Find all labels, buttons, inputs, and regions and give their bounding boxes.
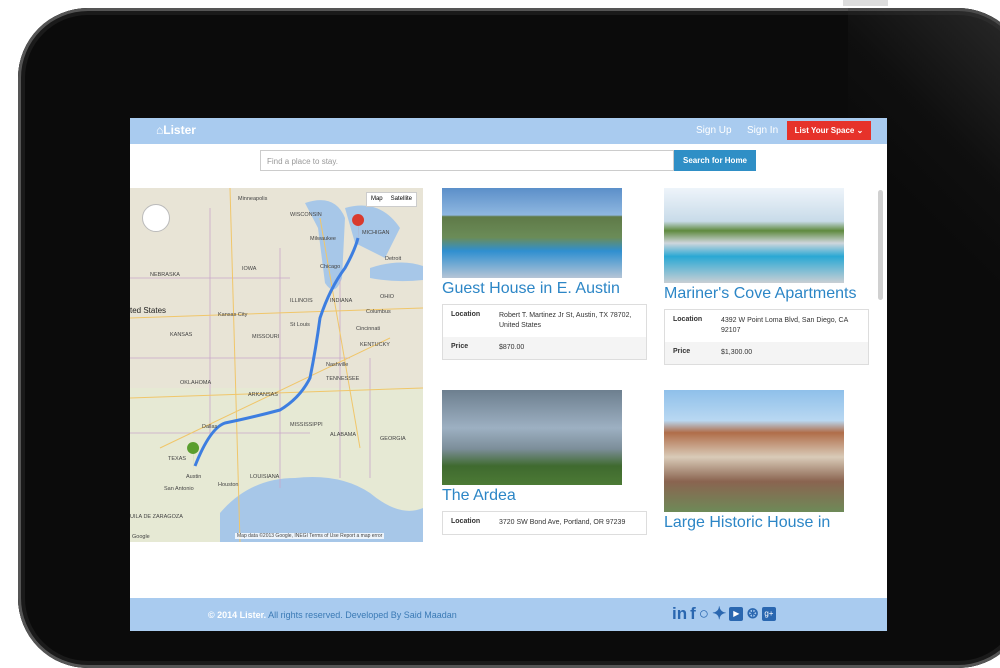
search-input[interactable]: Find a place to stay. <box>260 150 674 171</box>
social-links: in f ○ ✦ ▶ ⊛ g+ <box>672 604 776 624</box>
svg-text:Milwaukee: Milwaukee <box>310 236 336 242</box>
footer: © 2014 Lister. All rights reserved. Deve… <box>130 598 887 631</box>
svg-text:NEBRASKA: NEBRASKA <box>150 272 180 278</box>
svg-text:MICHIGAN: MICHIGAN <box>362 230 390 236</box>
navbar: ⌂Lister Sign Up Sign In List Your Space … <box>130 118 887 144</box>
svg-text:ALABAMA: ALABAMA <box>330 432 356 438</box>
svg-text:Detroit: Detroit <box>385 256 402 262</box>
youtube-icon[interactable]: ▶ <box>729 607 744 621</box>
sign-up-link[interactable]: Sign Up <box>696 125 732 136</box>
svg-text:ted States: ted States <box>130 306 166 315</box>
map-canvas: Minneapolis WISCONSIN MICHIGAN Milwaukee… <box>130 188 423 542</box>
svg-text:ARKANSAS: ARKANSAS <box>248 392 278 398</box>
google-plus-icon[interactable]: g+ <box>761 607 776 621</box>
listing-title[interactable]: Large Historic House in <box>664 514 869 532</box>
listing-card[interactable]: The Ardea Location 3720 SW Bond Ave, Port… <box>442 390 647 535</box>
svg-text:MISSISSIPPI: MISSISSIPPI <box>290 422 323 428</box>
svg-text:Kansas City: Kansas City <box>218 312 248 318</box>
listing-title[interactable]: The Ardea <box>442 487 647 505</box>
search-button[interactable]: Search for Home <box>674 150 756 171</box>
svg-text:IOWA: IOWA <box>242 266 257 272</box>
svg-text:Nashville: Nashville <box>326 362 348 368</box>
svg-text:Austin: Austin <box>186 474 201 480</box>
listing-info: Location 4392 W Point Loma Blvd, San Dieg… <box>664 309 869 365</box>
listing-card[interactable]: Large Historic House in <box>664 390 869 532</box>
svg-text:KENTUCKY: KENTUCKY <box>360 342 390 348</box>
svg-text:UILA DE ZARAGOZA: UILA DE ZARAGOZA <box>130 514 183 520</box>
svg-text:LOUISIANA: LOUISIANA <box>250 474 280 480</box>
svg-text:ILLINOIS: ILLINOIS <box>290 298 313 304</box>
listing-card[interactable]: Guest House in E. Austin Location Robert … <box>442 188 647 360</box>
svg-text:Cincinnati: Cincinnati <box>356 326 380 332</box>
listing-photo[interactable] <box>442 390 622 485</box>
svg-text:Columbus: Columbus <box>366 309 391 315</box>
svg-text:Minneapolis: Minneapolis <box>238 196 268 202</box>
svg-text:KANSAS: KANSAS <box>170 332 193 338</box>
twitter-icon[interactable]: ✦ <box>712 604 726 624</box>
svg-text:OHIO: OHIO <box>380 294 395 300</box>
listing-photo[interactable] <box>664 188 844 283</box>
route-map[interactable]: Minneapolis WISCONSIN MICHIGAN Milwaukee… <box>130 188 423 542</box>
sign-in-link[interactable]: Sign In <box>747 125 778 136</box>
github-icon[interactable]: ○ <box>699 604 709 624</box>
map-pan-control[interactable] <box>142 204 170 232</box>
facebook-icon[interactable]: f <box>690 604 696 624</box>
list-your-space-button[interactable]: List Your Space ⌄ <box>787 121 871 140</box>
browser-screen: ⌂Lister Sign Up Sign In List Your Space … <box>130 118 887 631</box>
dribbble-icon[interactable]: ⊛ <box>746 604 759 624</box>
map-attribution: Map data ©2013 Google, INEGI Terms of Us… <box>235 533 385 539</box>
svg-text:GEORGIA: GEORGIA <box>380 436 406 442</box>
svg-text:Dallas: Dallas <box>202 424 218 430</box>
svg-text:MISSOURI: MISSOURI <box>252 334 280 340</box>
listing-info: Location Robert T. Martinez Jr St, Austin… <box>442 304 647 360</box>
listing-card[interactable]: Mariner's Cove Apartments Location 4392 W… <box>664 188 869 365</box>
svg-text:Chicago: Chicago <box>320 264 340 270</box>
map-type-toggle[interactable]: Map Satellite <box>365 192 417 207</box>
listing-photo[interactable] <box>442 188 622 278</box>
listing-info: Location 3720 SW Bond Ave, Portland, OR 9… <box>442 511 647 535</box>
linkedin-icon[interactable]: in <box>672 604 687 624</box>
svg-text:WISCONSIN: WISCONSIN <box>290 212 322 218</box>
chevron-down-icon: ⌄ <box>856 126 864 135</box>
svg-text:OKLAHOMA: OKLAHOMA <box>180 380 212 386</box>
footer-copyright: © 2014 Lister. All rights reserved. Deve… <box>208 610 457 620</box>
scrollbar[interactable] <box>878 190 883 300</box>
svg-text:St Louis: St Louis <box>290 322 310 328</box>
listing-photo[interactable] <box>664 390 844 512</box>
map-type-map[interactable]: Map <box>367 196 387 202</box>
brand-logo[interactable]: ⌂Lister <box>156 123 196 137</box>
svg-text:Houston: Houston <box>218 482 239 488</box>
listing-title[interactable]: Mariner's Cove Apartments <box>664 285 869 303</box>
svg-text:INDIANA: INDIANA <box>330 298 353 304</box>
svg-text:TENNESSEE: TENNESSEE <box>326 376 360 382</box>
listing-title[interactable]: Guest House in E. Austin <box>442 280 647 298</box>
svg-text:San Antonio: San Antonio <box>164 486 194 492</box>
map-type-satellite[interactable]: Satellite <box>387 196 416 202</box>
svg-text:Google: Google <box>132 534 150 540</box>
svg-text:TEXAS: TEXAS <box>168 456 186 462</box>
